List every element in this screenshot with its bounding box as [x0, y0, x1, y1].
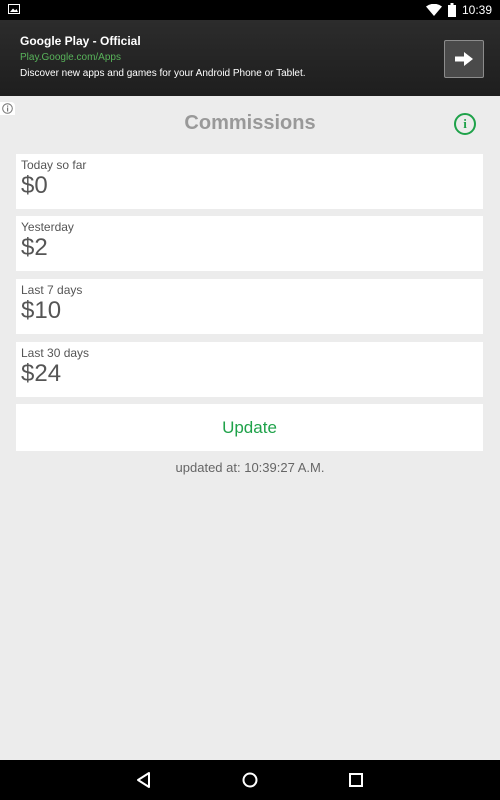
updated-timestamp: updated at: 10:39:27 A.M. — [175, 460, 325, 475]
card-value: $24 — [21, 360, 62, 387]
arrow-right-icon — [455, 52, 473, 66]
battery-icon — [447, 3, 456, 17]
ad-title[interactable]: Google Play - Official — [20, 34, 141, 48]
card-label: Today so far — [21, 158, 87, 172]
card-value: $10 — [21, 297, 62, 324]
card-yesterday: Yesterday $2 — [16, 216, 483, 271]
status-time: 10:39 — [461, 3, 492, 17]
card-last-30-days: Last 30 days $24 — [16, 342, 483, 397]
card-label: Last 7 days — [21, 283, 83, 297]
card-value: $0 — [21, 172, 48, 199]
card-label: Last 30 days — [21, 346, 90, 360]
info-icon: i — [463, 116, 467, 131]
ad-banner[interactable]: Google Play - Official Play.Google.com/A… — [0, 20, 500, 115]
navigation-bar — [0, 760, 500, 800]
recents-icon[interactable] — [346, 770, 366, 790]
info-button[interactable]: i — [454, 113, 476, 135]
ad-url[interactable]: Play.Google.com/Apps — [20, 52, 121, 63]
wifi-icon — [425, 4, 442, 16]
back-icon[interactable] — [134, 770, 154, 790]
ad-open-button[interactable] — [444, 40, 484, 78]
image-icon — [8, 4, 20, 14]
card-today: Today so far $0 — [16, 154, 483, 209]
page-title: Commissions — [184, 112, 316, 134]
home-icon[interactable] — [240, 770, 260, 790]
status-bar: 10:39 — [0, 0, 500, 20]
card-label: Yesterday — [21, 220, 74, 234]
update-button[interactable]: Update — [16, 404, 483, 451]
card-last-7-days: Last 7 days $10 — [16, 279, 483, 334]
card-value: $2 — [21, 234, 48, 261]
ad-description: Discover new apps and games for your And… — [20, 68, 306, 79]
